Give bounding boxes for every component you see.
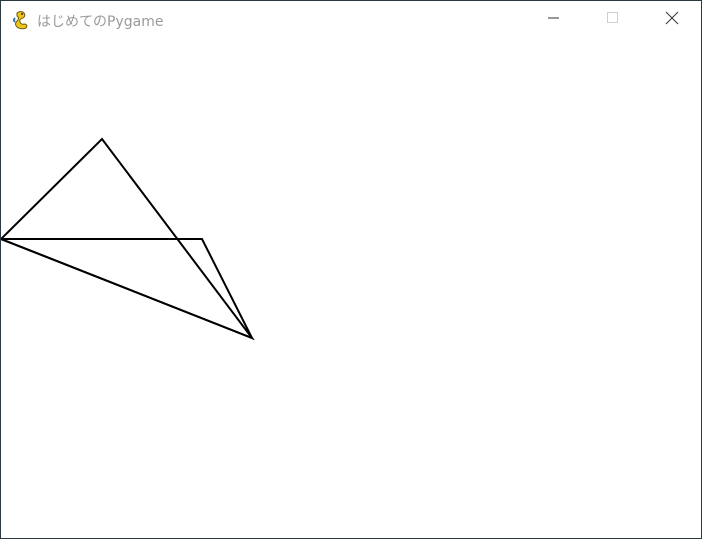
game-canvas[interactable] xyxy=(0,39,701,538)
title-bar[interactable]: はじめてのPygame xyxy=(1,1,701,39)
maximize-icon xyxy=(607,11,619,29)
window-title: はじめてのPygame xyxy=(37,14,164,30)
close-button[interactable] xyxy=(643,1,701,39)
minimize-icon xyxy=(548,11,560,29)
pygame-window: はじめてのPygame xyxy=(0,0,702,539)
pygame-snake-icon xyxy=(11,10,31,30)
drawing-surface xyxy=(0,137,255,341)
minimize-button[interactable] xyxy=(525,1,583,39)
close-icon xyxy=(665,11,679,30)
maximize-button[interactable] xyxy=(584,1,642,39)
